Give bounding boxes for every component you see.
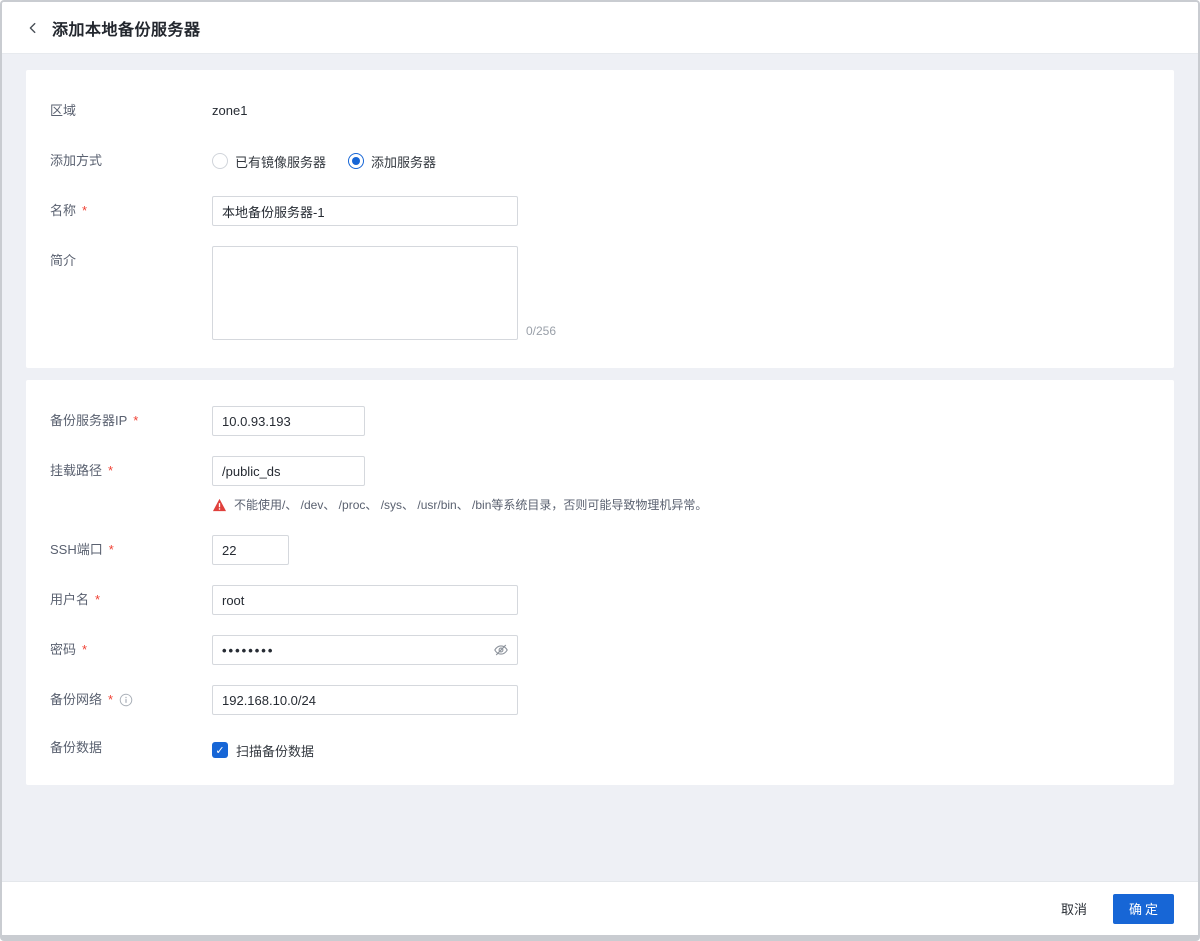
name-row: 名称 * xyxy=(50,196,1150,226)
radio-add-server[interactable]: 添加服务器 xyxy=(348,152,436,171)
zone-value: zone1 xyxy=(212,103,248,118)
backup-network-input[interactable] xyxy=(212,685,518,715)
username-label: 用户名 xyxy=(50,592,90,607)
mount-path-label: 挂载路径 xyxy=(50,463,103,478)
server-detail-card: 备份服务器IP * 挂载路径 * xyxy=(26,380,1174,785)
info-icon[interactable] xyxy=(119,693,133,707)
footer-action-bar: 取消 确定 xyxy=(2,881,1198,935)
required-asterisk: * xyxy=(108,542,114,557)
radio-existing-image-server-label: 已有镜像服务器 xyxy=(235,154,327,170)
ssh-port-row: SSH端口 * xyxy=(50,535,1150,565)
required-asterisk: * xyxy=(82,642,88,657)
confirm-button[interactable]: 确定 xyxy=(1112,893,1174,924)
ssh-port-input[interactable] xyxy=(212,535,289,565)
add-mode-radio-group: 已有镜像服务器 添加服务器 xyxy=(212,146,436,176)
radio-add-server-label: 添加服务器 xyxy=(371,154,437,170)
char-counter: 0/256 xyxy=(526,324,557,338)
description-textarea[interactable] xyxy=(212,246,518,340)
radio-existing-image-server[interactable]: 已有镜像服务器 xyxy=(212,152,326,171)
form-content: 区域 zone1 添加方式 已有镜像服务器 添加服务器 名称 * 本地备份服务器… xyxy=(2,54,1198,881)
zone-label: 区域 xyxy=(50,103,77,118)
required-asterisk: * xyxy=(82,203,88,218)
warning-icon xyxy=(212,498,227,512)
name-label: 名称 xyxy=(50,203,77,218)
radio-unselected-icon[interactable] xyxy=(212,153,228,169)
mount-path-warning-text: 不能使用/、 /dev、 /proc、 /sys、 /usr/bin、 /bin… xyxy=(234,498,708,512)
mount-path-warning-row: 不能使用/、 /dev、 /proc、 /sys、 /usr/bin、 /bin… xyxy=(50,496,1150,513)
required-asterisk: * xyxy=(108,692,114,707)
eye-off-icon[interactable] xyxy=(493,642,509,658)
add-local-backup-server-page: 添加本地备份服务器 区域 zone1 添加方式 已有镜像服务器 添加服务器 名称… xyxy=(0,0,1200,941)
backup-data-label: 备份数据 xyxy=(50,740,103,755)
add-mode-row: 添加方式 已有镜像服务器 添加服务器 xyxy=(50,146,1150,176)
username-input[interactable] xyxy=(212,585,518,615)
back-icon[interactable] xyxy=(26,21,40,35)
scan-backup-data-checkbox-label: 扫描备份数据 xyxy=(236,743,315,759)
zone-row: 区域 zone1 xyxy=(50,96,1150,126)
mount-path-input[interactable] xyxy=(212,456,365,486)
page-header: 添加本地备份服务器 xyxy=(2,2,1198,54)
scan-backup-data-checkbox[interactable]: ✓ xyxy=(212,742,228,758)
description-label: 简介 xyxy=(50,253,77,268)
ssh-port-label: SSH端口 xyxy=(50,542,103,557)
add-mode-label: 添加方式 xyxy=(50,153,103,168)
password-row: 密码 * xyxy=(50,635,1150,665)
backup-server-ip-row: 备份服务器IP * xyxy=(50,406,1150,436)
username-row: 用户名 * xyxy=(50,585,1150,615)
password-label: 密码 xyxy=(50,642,77,657)
required-asterisk: * xyxy=(133,413,139,428)
backup-network-label: 备份网络 xyxy=(50,692,103,707)
page-title: 添加本地备份服务器 xyxy=(52,21,201,39)
name-input[interactable] xyxy=(212,196,518,226)
backup-server-ip-label: 备份服务器IP xyxy=(50,413,128,428)
radio-selected-icon[interactable] xyxy=(348,153,365,169)
required-asterisk: * xyxy=(108,463,114,478)
backup-network-row: 备份网络 * xyxy=(50,685,1150,715)
description-row: 简介 0/256 xyxy=(50,246,1150,340)
password-input[interactable] xyxy=(212,635,518,665)
backup-server-ip-input[interactable] xyxy=(212,406,365,436)
cancel-button[interactable]: 取消 xyxy=(1061,899,1087,918)
required-asterisk: * xyxy=(95,592,101,607)
mount-path-row: 挂载路径 * xyxy=(50,456,1150,486)
basic-info-card: 区域 zone1 添加方式 已有镜像服务器 添加服务器 名称 * 本地备份服务器… xyxy=(26,70,1174,368)
backup-data-row: 备份数据 ✓ 扫描备份数据 xyxy=(50,735,1150,761)
